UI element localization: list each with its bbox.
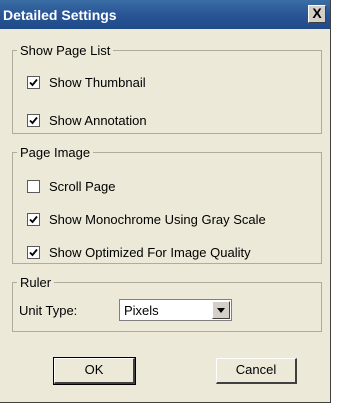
show-annotation-option[interactable]: Show Annotation [27,111,147,129]
close-icon: X [312,5,322,21]
detailed-settings-dialog: Detailed Settings X Show Page List Show … [0,0,331,403]
ok-label: OK [84,362,104,377]
unit-type-label: Unit Type: [19,303,78,318]
checkmark-icon [29,248,38,256]
checkmark-icon [29,215,38,223]
ruler-group: Ruler Unit Type: Pixels [12,276,322,332]
chevron-down-icon [217,307,225,313]
show-page-list-group: Show Page List Show Thumbnail Show Annot… [12,44,322,134]
show-monochrome-option[interactable]: Show Monochrome Using Gray Scale [27,210,266,228]
show-annotation-checkbox[interactable] [27,113,40,127]
dialog-title: Detailed Settings [3,7,117,23]
show-thumbnail-checkbox[interactable] [27,75,40,89]
cancel-label: Cancel [235,362,277,377]
unit-type-value: Pixels [124,303,159,318]
show-thumbnail-option[interactable]: Show Thumbnail [27,73,146,91]
dropdown-arrow-button[interactable] [212,301,230,319]
ok-button[interactable]: OK [53,357,136,385]
scroll-page-checkbox[interactable] [27,179,40,193]
show-page-list-legend: Show Page List [20,43,111,58]
page-image-legend: Page Image [20,145,91,160]
show-thumbnail-label: Show Thumbnail [49,74,146,90]
page-image-group: Page Image Scroll Page Show Monochrome U… [12,146,322,264]
show-monochrome-label: Show Monochrome Using Gray Scale [49,211,266,227]
scroll-page-label: Scroll Page [49,178,116,194]
scroll-page-option[interactable]: Scroll Page [27,177,115,195]
checkmark-icon [29,78,38,86]
checkmark-icon [29,116,38,124]
ruler-legend: Ruler [20,275,52,290]
show-optimized-checkbox[interactable] [27,245,40,259]
show-annotation-label: Show Annotation [49,112,147,128]
title-bar[interactable]: Detailed Settings X [0,0,330,29]
close-button[interactable]: X [308,5,326,23]
show-optimized-option[interactable]: Show Optimized For Image Quality [27,243,251,261]
show-monochrome-checkbox[interactable] [27,212,40,226]
cancel-button[interactable]: Cancel [216,358,297,384]
unit-type-select[interactable]: Pixels [119,299,232,321]
show-optimized-label: Show Optimized For Image Quality [49,244,251,260]
